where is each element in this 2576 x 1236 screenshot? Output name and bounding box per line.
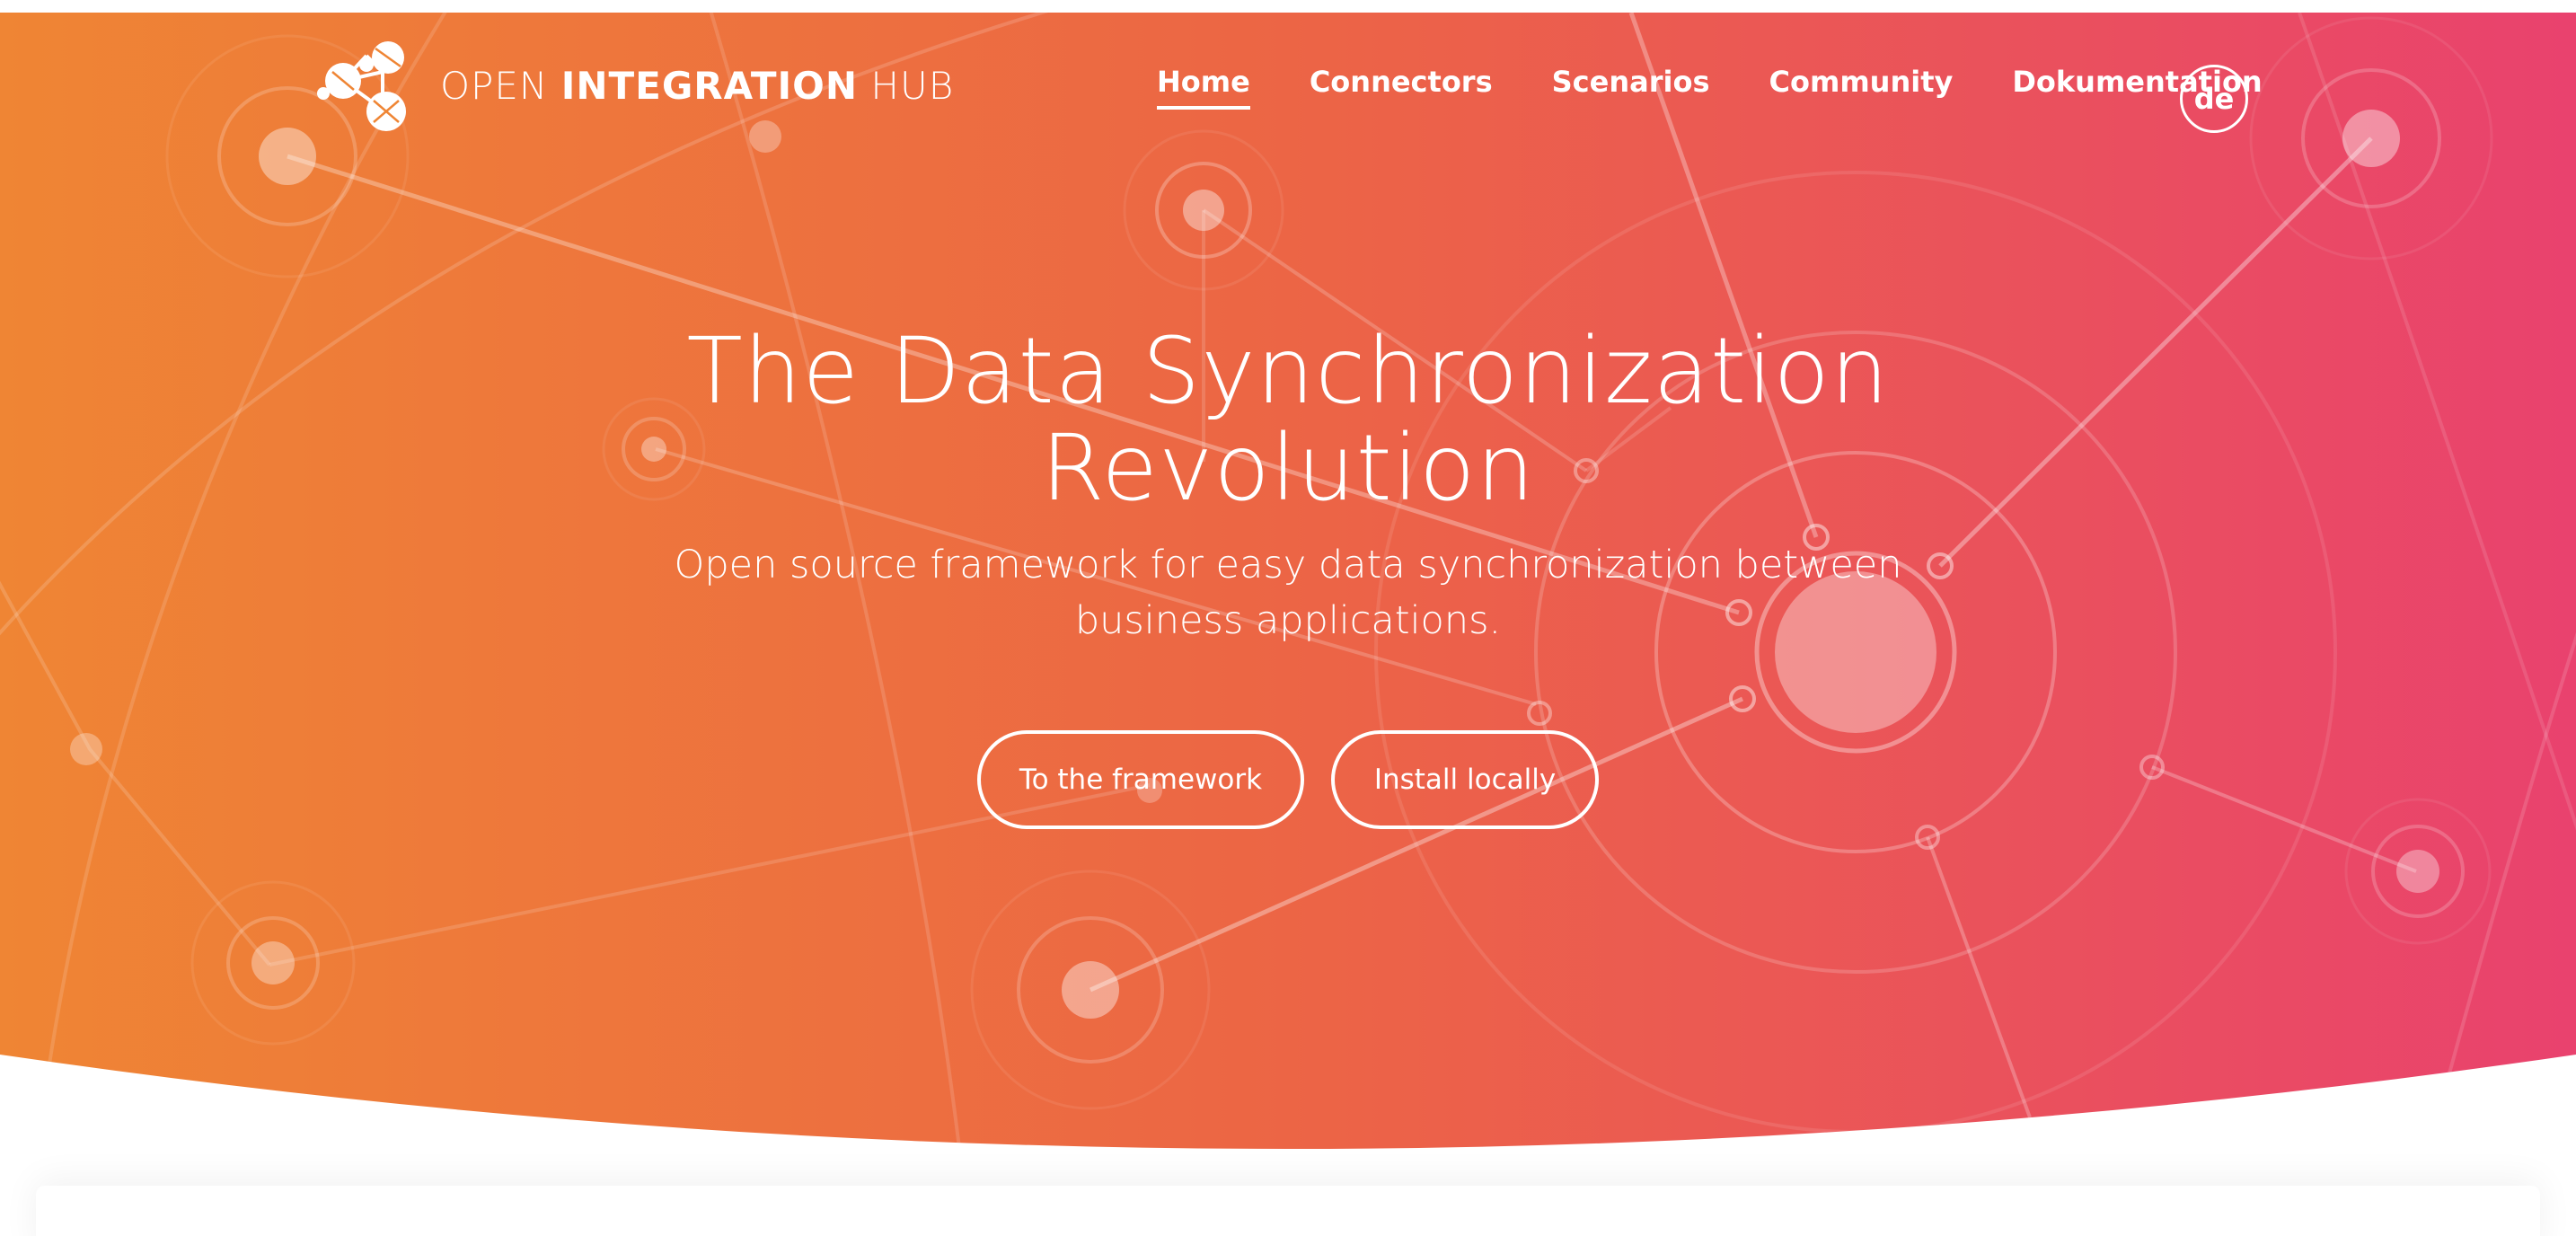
- to-framework-button[interactable]: To the framework: [977, 730, 1304, 829]
- wordmark-open: OPEN: [440, 63, 561, 108]
- site-logo[interactable]: OPEN INTEGRATION HUB: [316, 38, 954, 133]
- hero-buttons: To the framework Install locally: [0, 730, 2576, 829]
- top-strip: [0, 0, 2576, 13]
- nav-item-connectors[interactable]: Connectors: [1310, 65, 1493, 110]
- nav-item-home[interactable]: Home: [1157, 65, 1250, 110]
- navbar: OPEN INTEGRATION HUB Home Connectors Sce…: [0, 13, 2576, 165]
- hero-content: The Data Synchronization Revolution Open…: [0, 323, 2576, 649]
- page: OPEN INTEGRATION HUB Home Connectors Sce…: [0, 0, 2576, 1236]
- main-nav: Home Connectors Scenarios Community Doku…: [1157, 65, 2322, 110]
- language-switch-button[interactable]: de: [2180, 65, 2248, 133]
- content-card-top: [36, 1186, 2540, 1236]
- network-molecule-icon: [317, 41, 406, 131]
- hero-subtitle: Open source framework for easy data sync…: [674, 543, 1902, 643]
- wordmark-hub: HUB: [858, 63, 955, 108]
- wordmark-integration: INTEGRATION: [560, 63, 859, 108]
- nav-item-scenarios[interactable]: Scenarios: [1552, 65, 1710, 110]
- site-wordmark: OPEN INTEGRATION HUB: [440, 64, 954, 108]
- install-locally-button[interactable]: Install locally: [1331, 730, 1599, 829]
- nav-item-community[interactable]: Community: [1769, 65, 1954, 110]
- hero-title: The Data Synchronization Revolution: [686, 318, 1890, 522]
